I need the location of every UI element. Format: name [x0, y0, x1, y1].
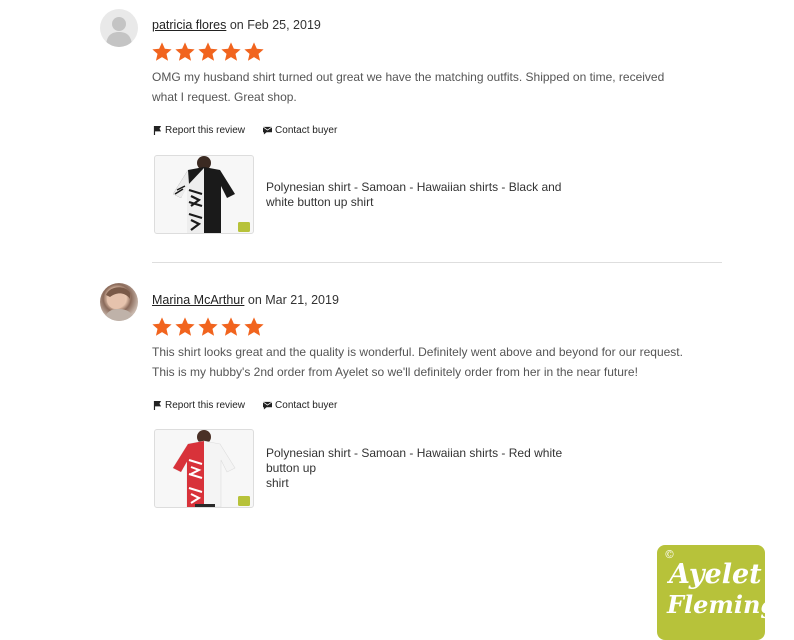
reviewer-avatar[interactable] — [100, 283, 138, 321]
review-date: on Mar 21, 2019 — [244, 293, 339, 307]
product-thumbnail[interactable] — [154, 155, 254, 234]
review-text-line: This is my hubby's 2nd order from Ayelet… — [152, 365, 638, 379]
review-text-line: what I request. Great shop. — [152, 90, 297, 104]
contact-buyer-label: Contact buyer — [275, 125, 338, 136]
product-title-line: Polynesian shirt - Samoan - Hawaiian shi… — [266, 446, 563, 475]
review-meta: Marina McArthur on Mar 21, 2019 — [152, 293, 339, 307]
black-white-shirt-image — [173, 156, 250, 233]
star-icon — [152, 42, 172, 61]
star-icon — [175, 317, 195, 336]
reviewer-name-link[interactable]: Marina McArthur — [152, 293, 244, 307]
flag-icon — [153, 401, 162, 410]
contact-buyer-link[interactable]: Contact buyer — [263, 125, 337, 136]
report-review-label: Report this review — [165, 400, 246, 411]
review-text: This shirt looks great and the quality i… — [152, 342, 712, 382]
report-review-link[interactable]: Report this review — [153, 400, 245, 411]
product-title-line: Polynesian shirt - Samoan - Hawaiian shi… — [266, 179, 562, 194]
purchased-item[interactable]: Polynesian shirt - Samoan - Hawaiian shi… — [154, 155, 566, 234]
review-actions: Report this review Contact buyer — [153, 125, 337, 136]
product-title-line: shirt — [266, 476, 289, 490]
product-title-link[interactable]: Polynesian shirt - Samoan - Hawaiian shi… — [266, 180, 566, 210]
contact-buyer-link[interactable]: Contact buyer — [263, 400, 337, 411]
report-review-label: Report this review — [165, 125, 246, 136]
flag-icon — [153, 126, 162, 135]
review-actions: Report this review Contact buyer — [153, 400, 337, 411]
message-icon — [263, 126, 273, 135]
reviewer-photo — [104, 287, 134, 321]
review-text: OMG my husband shirt turned out great we… — [152, 67, 712, 107]
review-meta: patricia flores on Feb 25, 2019 — [152, 18, 321, 32]
star-icon — [221, 42, 241, 61]
reviewer-name-link[interactable]: patricia flores — [152, 18, 226, 32]
purchased-item[interactable]: Polynesian shirt - Samoan - Hawaiian shi… — [154, 429, 566, 508]
review-text-line: This shirt looks great and the quality i… — [152, 345, 683, 359]
star-icon — [244, 317, 264, 336]
review-text-line: OMG my husband shirt turned out great we… — [152, 70, 665, 84]
review-date: on Feb 25, 2019 — [226, 18, 321, 32]
star-icon — [198, 42, 218, 61]
message-icon — [263, 401, 273, 410]
logo-text-line: Fleming — [667, 590, 778, 619]
report-review-link[interactable]: Report this review — [153, 125, 245, 136]
product-thumbnail[interactable] — [154, 429, 254, 508]
reviewer-avatar[interactable] — [100, 9, 138, 47]
product-title-link[interactable]: Polynesian shirt - Samoan - Hawaiian shi… — [266, 446, 566, 491]
star-icon — [221, 317, 241, 336]
star-icon — [175, 42, 195, 61]
ayelet-fleming-logo: © Ayelet Fleming — [657, 545, 777, 640]
star-icon — [152, 317, 172, 336]
logo-text-line: Ayelet — [669, 559, 762, 590]
red-white-shirt-image — [172, 430, 250, 507]
product-title-line: white button up shirt — [266, 194, 374, 209]
contact-buyer-label: Contact buyer — [275, 400, 338, 411]
star-rating — [151, 316, 265, 338]
user-silhouette-icon — [106, 17, 132, 47]
star-icon — [198, 317, 218, 336]
review-divider — [152, 262, 722, 263]
star-rating — [151, 41, 265, 63]
star-icon — [244, 42, 264, 61]
